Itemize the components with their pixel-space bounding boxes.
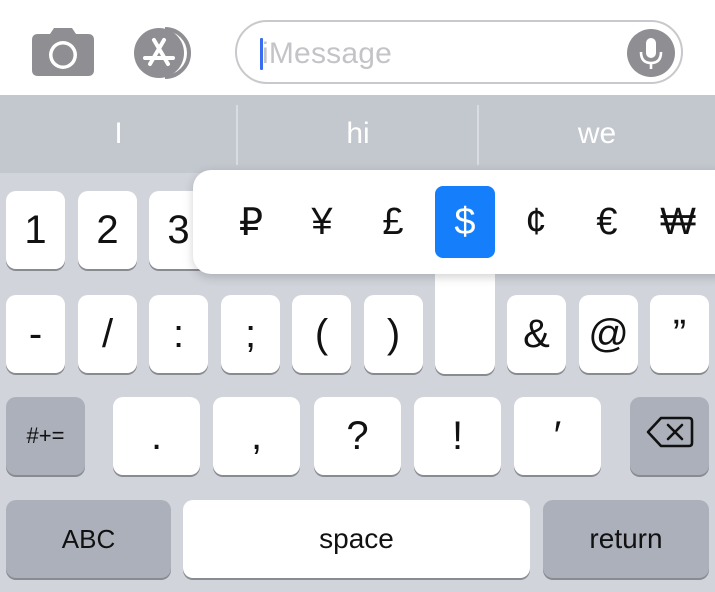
key-label: & (523, 312, 550, 356)
currency-euro[interactable]: € (577, 186, 637, 258)
key-label: . (150, 414, 163, 458)
message-bar: iMessage (0, 0, 715, 95)
key-2[interactable]: 2 (78, 191, 137, 269)
currency-ruble[interactable]: ₽ (221, 186, 281, 258)
key-label: : (172, 312, 185, 356)
currency-key-stem (435, 260, 495, 374)
message-input[interactable]: iMessage (235, 20, 683, 84)
prediction-3[interactable]: we (479, 95, 715, 173)
key-label: #+= (26, 423, 65, 448)
key-label: 1 (24, 208, 47, 252)
key-label: @ (588, 312, 629, 356)
key-label: , (250, 414, 263, 458)
key-close-paren[interactable]: ) (364, 295, 423, 373)
key-open-paren[interactable]: ( (292, 295, 351, 373)
key-label: ” (672, 312, 687, 356)
currency-dollar-selected[interactable]: $ (435, 186, 495, 258)
more-symbols-key[interactable]: #+= (6, 397, 85, 475)
predictive-text-bar: I hi we (0, 95, 715, 173)
key-exclamation[interactable]: ! (414, 397, 501, 475)
key-quote[interactable]: ” (650, 295, 709, 373)
key-apostrophe[interactable]: ′ (514, 397, 601, 475)
space-key[interactable]: space (183, 500, 530, 578)
currency-yen[interactable]: ¥ (292, 186, 352, 258)
prediction-2[interactable]: hi (238, 95, 478, 173)
key-comma[interactable]: , (213, 397, 300, 475)
key-slash[interactable]: / (78, 295, 137, 373)
key-label: ? (346, 414, 369, 458)
currency-cent[interactable]: ¢ (506, 186, 566, 258)
delete-key[interactable] (630, 397, 709, 475)
abc-key[interactable]: ABC (6, 500, 171, 578)
key-label: 2 (96, 208, 119, 252)
key-label: ′ (553, 414, 562, 458)
key-hyphen[interactable]: - (6, 295, 65, 373)
key-label: ( (314, 312, 329, 356)
camera-icon[interactable] (32, 28, 94, 76)
key-colon[interactable]: : (149, 295, 208, 373)
key-period[interactable]: . (113, 397, 200, 475)
message-placeholder: iMessage (262, 37, 392, 70)
key-label: return (589, 523, 663, 554)
key-label: / (101, 312, 114, 356)
key-label: 3 (167, 208, 190, 252)
key-question[interactable]: ? (314, 397, 401, 475)
return-key[interactable]: return (543, 500, 709, 578)
app-store-icon[interactable] (133, 27, 201, 79)
key-ampersand[interactable]: & (507, 295, 566, 373)
currency-pound[interactable]: £ (363, 186, 423, 258)
key-label: space (319, 523, 394, 554)
key-label: ) (386, 312, 401, 356)
key-1[interactable]: 1 (6, 191, 65, 269)
microphone-icon[interactable] (627, 29, 675, 77)
key-semicolon[interactable]: ; (221, 295, 280, 373)
currency-won[interactable]: ₩ (648, 186, 708, 258)
key-label: ABC (61, 524, 116, 554)
prediction-1[interactable]: I (0, 95, 237, 173)
currency-popup: ₽ ¥ £ $ ¢ € ₩ (193, 170, 715, 274)
key-label: ! (451, 414, 464, 458)
key-label: ; (244, 312, 257, 356)
key-at[interactable]: @ (579, 295, 638, 373)
backspace-icon (646, 414, 694, 459)
key-label: - (28, 312, 43, 356)
